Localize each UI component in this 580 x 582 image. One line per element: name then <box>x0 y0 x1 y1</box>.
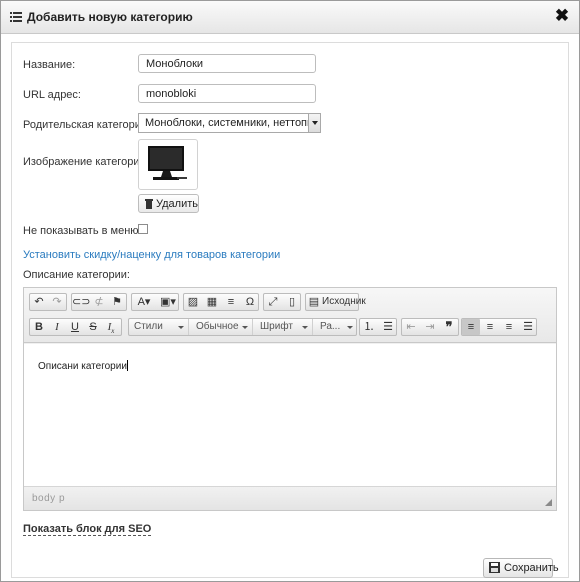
format-combo[interactable]: Обычное <box>191 319 253 335</box>
image-icon[interactable]: ▨ <box>184 294 202 310</box>
editor-content-area[interactable]: Описани категории <box>24 344 556 486</box>
maximize-icon[interactable]: ⤢ <box>264 294 282 310</box>
source-icon: ▤ <box>308 296 320 308</box>
source-label: Исходник <box>322 296 366 307</box>
format-combos-group: Стили Обычное Шрифт Ра... <box>128 318 357 336</box>
anchor-flag-icon[interactable]: ⚑ <box>108 294 126 310</box>
element-path[interactable]: body p <box>32 493 65 504</box>
outdent-icon[interactable]: ⇤ <box>402 319 420 335</box>
add-category-dialog: Добавить новую категорию ✖ Название: URL… <box>0 0 580 582</box>
unlink-icon[interactable]: ⊄ <box>90 294 108 310</box>
underline-icon[interactable]: U <box>66 319 84 335</box>
hide-in-menu-label: Не показывать в меню: <box>23 225 142 237</box>
resize-handle-icon[interactable] <box>545 499 552 506</box>
bold-icon[interactable]: B <box>30 319 48 335</box>
blockquote-icon[interactable]: ❞ <box>440 319 458 335</box>
list-icon <box>10 12 22 22</box>
undo-icon[interactable]: ↶ <box>30 294 48 310</box>
delete-image-button[interactable]: Удалить <box>138 194 199 213</box>
floppy-disk-icon <box>489 562 500 573</box>
align-right-icon[interactable]: ≡ <box>500 319 518 335</box>
show-blocks-icon[interactable]: ▯ <box>283 294 301 310</box>
special-char-icon[interactable]: Ω <box>241 294 259 310</box>
save-label: Сохранить <box>504 562 559 574</box>
view-group: ⤢ ▯ <box>263 293 301 311</box>
align-center-icon[interactable]: ≡ <box>481 319 499 335</box>
indent-icon[interactable]: ⇥ <box>421 319 439 335</box>
editor-content-text: Описани категории <box>38 360 128 372</box>
rich-text-editor: ↶ ↷ ⊂⊃ ⊄ ⚑ A▾ ▣▾ ▨ ▦ ≡ Ω ⤢ ▯ ▤ Исходник … <box>23 287 557 511</box>
bulleted-list-icon[interactable]: ☰ <box>379 319 397 335</box>
parent-category-value: Моноблоки, системники, неттопы <box>145 117 315 129</box>
editor-statusbar: body p <box>24 486 556 510</box>
editor-content-value: Описани категории <box>38 361 127 372</box>
align-justify-icon[interactable]: ☰ <box>519 319 537 335</box>
delete-label: Удалить <box>156 198 198 210</box>
source-button[interactable]: ▤ Исходник <box>305 293 366 311</box>
url-input[interactable] <box>138 84 316 103</box>
parent-category-label: Родительская категория: <box>23 119 150 131</box>
basic-styles-group: B I U S Ix <box>29 318 122 336</box>
size-combo-label: Ра... <box>320 321 341 332</box>
close-button[interactable]: ✖ <box>553 6 571 26</box>
monoblock-image-icon <box>148 146 187 180</box>
category-image <box>138 139 198 190</box>
url-label: URL адрес: <box>23 89 81 101</box>
italic-icon[interactable]: I <box>48 319 66 335</box>
link-group: ⊂⊃ ⊄ ⚑ <box>71 293 127 311</box>
remove-format-icon[interactable]: Ix <box>102 319 120 335</box>
redo-icon[interactable]: ↷ <box>48 294 66 310</box>
hide-in-menu-checkbox[interactable] <box>138 224 148 234</box>
color-group: A▾ ▣▾ <box>131 293 179 311</box>
discount-link[interactable]: Установить скидку/наценку для товаров ка… <box>23 249 280 261</box>
name-label: Название: <box>23 59 76 71</box>
dialog-titlebar: Добавить новую категорию ✖ <box>1 1 579 34</box>
numbered-list-icon[interactable]: ⒈ <box>360 319 378 335</box>
horizontal-line-icon[interactable]: ≡ <box>222 294 240 310</box>
table-icon[interactable]: ▦ <box>203 294 221 310</box>
editor-toolbar: ↶ ↷ ⊂⊃ ⊄ ⚑ A▾ ▣▾ ▨ ▦ ≡ Ω ⤢ ▯ ▤ Исходник … <box>24 288 556 343</box>
text-color-icon[interactable]: A▾ <box>132 294 156 310</box>
styles-combo[interactable]: Стили <box>129 319 189 335</box>
chevron-down-icon[interactable] <box>308 114 320 132</box>
styles-combo-label: Стили <box>134 321 163 332</box>
indent-group: ⇤ ⇥ ❞ <box>401 318 459 336</box>
trash-icon <box>145 199 153 209</box>
name-input[interactable] <box>138 54 316 73</box>
bg-color-icon[interactable]: ▣▾ <box>156 294 180 310</box>
category-image-label: Изображение категории: <box>23 156 149 168</box>
format-combo-label: Обычное <box>196 321 239 332</box>
dialog-title: Добавить новую категорию <box>27 10 193 24</box>
save-button[interactable]: Сохранить <box>483 558 559 578</box>
strikethrough-icon[interactable]: S <box>84 319 102 335</box>
size-combo[interactable]: Ра... <box>315 319 357 335</box>
link-icon[interactable]: ⊂⊃ <box>72 294 90 310</box>
font-combo-label: Шрифт <box>260 321 293 332</box>
show-seo-link[interactable]: Показать блок для SEO <box>23 523 152 536</box>
insert-group: ▨ ▦ ≡ Ω <box>183 293 259 311</box>
parent-category-select[interactable]: Моноблоки, системники, неттопы <box>138 113 321 133</box>
list-group: ⒈ ☰ <box>359 318 397 336</box>
description-label: Описание категории: <box>23 269 130 281</box>
align-left-icon[interactable]: ≡ <box>462 319 480 335</box>
history-group: ↶ ↷ <box>29 293 67 311</box>
align-group: ≡ ≡ ≡ ☰ <box>461 318 537 336</box>
font-combo[interactable]: Шрифт <box>255 319 313 335</box>
